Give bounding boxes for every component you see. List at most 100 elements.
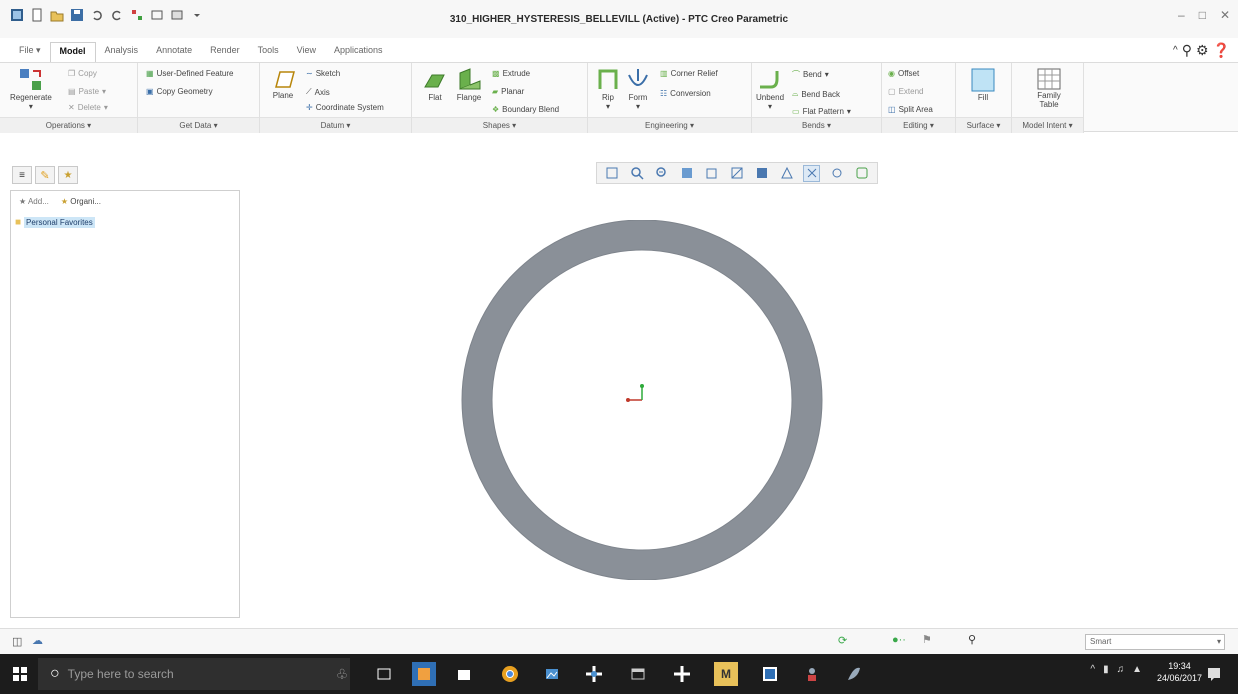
tab-view[interactable]: View xyxy=(288,42,325,62)
tab-tools[interactable]: Tools xyxy=(249,42,288,62)
tab-applications[interactable]: Applications xyxy=(325,42,392,62)
help-icon[interactable]: ❓ xyxy=(1213,42,1230,59)
close-icon[interactable]: ✕ xyxy=(1220,8,1230,22)
minimize-icon[interactable]: – xyxy=(1178,8,1185,22)
zoom-in-icon[interactable] xyxy=(629,165,646,182)
app-cross-icon[interactable] xyxy=(582,662,606,686)
chrome-icon[interactable] xyxy=(498,662,522,686)
axis-button[interactable]: ⟋ Axis xyxy=(306,87,330,97)
search-icon[interactable]: ⚲ xyxy=(1182,42,1192,59)
bend-button[interactable]: ⌒ Bend ▾ xyxy=(792,69,829,80)
display-style-icon[interactable] xyxy=(704,165,721,182)
saved-orientations-icon[interactable] xyxy=(728,165,745,182)
store-icon[interactable] xyxy=(452,662,476,686)
tab-model[interactable]: Model xyxy=(49,42,96,62)
app-leaf-icon[interactable] xyxy=(842,662,866,686)
maximize-icon[interactable]: □ xyxy=(1199,8,1206,22)
task-view-icon[interactable] xyxy=(372,662,396,686)
datum-display-icon[interactable] xyxy=(803,164,821,182)
clock[interactable]: 19:34 24/06/2017 xyxy=(1157,660,1202,684)
regen-status-icon[interactable]: ⟳ xyxy=(838,634,847,647)
repaint-icon[interactable] xyxy=(679,165,696,182)
refit-icon[interactable] xyxy=(604,165,621,182)
window-app-icon[interactable] xyxy=(626,662,650,686)
zoom-out-icon[interactable] xyxy=(654,165,671,182)
network-icon[interactable]: ▲ xyxy=(1132,664,1142,675)
creo-icon[interactable] xyxy=(758,662,782,686)
annotation-display-icon[interactable] xyxy=(853,165,870,182)
group-label-operations[interactable]: Operations ▾ xyxy=(0,117,137,133)
flange-button[interactable]: Flange xyxy=(456,67,482,102)
flat-button[interactable]: Flat xyxy=(422,67,448,102)
message-status-icon[interactable]: ●·· xyxy=(892,634,906,646)
flag-icon[interactable]: ⚑ xyxy=(922,633,932,646)
group-label-editing[interactable]: Editing ▾ xyxy=(882,117,955,133)
notifications-icon[interactable] xyxy=(1202,662,1226,686)
group-label-surface[interactable]: Surface ▾ xyxy=(956,117,1011,133)
show-browser-icon[interactable]: ☁ xyxy=(32,634,43,647)
plane-button[interactable]: Plane xyxy=(270,69,296,100)
group-label-datum[interactable]: Datum ▾ xyxy=(260,117,411,133)
group-label-get-data[interactable]: Get Data ▾ xyxy=(138,117,259,133)
folder-icon: ■ xyxy=(15,217,22,228)
conversion-button[interactable]: ☷ Conversion xyxy=(660,89,711,98)
tray-expand-icon[interactable]: ^ xyxy=(1090,664,1095,675)
copy-button[interactable]: ❐ Copy xyxy=(68,69,97,78)
corner-relief-button[interactable]: ▥ Corner Relief xyxy=(660,69,718,78)
add-favorite-button[interactable]: ★ Add... xyxy=(19,197,49,206)
app-figure-icon[interactable] xyxy=(800,662,824,686)
tab-render[interactable]: Render xyxy=(201,42,249,62)
battery-icon[interactable]: ▮ xyxy=(1103,664,1109,675)
app-blue-icon[interactable] xyxy=(412,662,436,686)
group-label-model-intent[interactable]: Model Intent ▾ xyxy=(1012,117,1083,133)
folder-browser-tab[interactable]: ✎ xyxy=(35,166,55,184)
flat-pattern-button[interactable]: ▭ Flat Pattern ▾ xyxy=(792,107,851,116)
view-manager-icon[interactable] xyxy=(753,165,770,182)
tab-annotate[interactable]: Annotate xyxy=(147,42,201,62)
bend-back-button[interactable]: ⌓ Bend Back xyxy=(792,89,840,99)
delete-button[interactable]: ✕ Delete ▾ xyxy=(68,103,108,112)
app-cross-2-icon[interactable] xyxy=(670,662,694,686)
rip-button[interactable]: Rip ▾ xyxy=(596,67,620,111)
copy-geometry-button[interactable]: ▣ Copy Geometry xyxy=(146,87,213,96)
fill-icon xyxy=(971,68,995,92)
taskbar-search[interactable]: ○ Type here to search xyxy=(38,658,350,690)
tab-analysis[interactable]: Analysis xyxy=(96,42,148,62)
family-table-button[interactable]: Family Table xyxy=(1034,67,1064,109)
coordinate-system-button[interactable]: ✛ Coordinate System xyxy=(306,103,384,112)
boundary-blend-button[interactable]: ❖ Boundary Blend xyxy=(492,105,559,114)
offset-button[interactable]: ◉ Offset xyxy=(888,69,919,78)
list-item[interactable]: ■ Personal Favorites xyxy=(15,217,95,228)
form-button[interactable]: Form ▾ xyxy=(626,67,650,111)
image-viewer-icon[interactable] xyxy=(540,662,564,686)
selection-filter-dropdown[interactable]: Smart ▾ xyxy=(1085,634,1225,650)
model-view[interactable] xyxy=(460,220,824,580)
extend-button[interactable]: ▢ Extend xyxy=(888,87,923,96)
paste-button[interactable]: ▤ Paste ▾ xyxy=(68,87,106,96)
tab-file[interactable]: File ▾ xyxy=(10,42,50,62)
group-label-engineering[interactable]: Engineering ▾ xyxy=(588,117,751,133)
collapse-ribbon-icon[interactable]: ^ xyxy=(1173,45,1178,56)
find-icon[interactable]: ⚲ xyxy=(968,633,976,646)
sketch-button[interactable]: ∼ Sketch xyxy=(306,69,340,78)
mathcad-icon[interactable]: M xyxy=(714,662,738,686)
regenerate-button[interactable]: Regenerate ▾ xyxy=(10,67,52,111)
perspective-icon[interactable] xyxy=(778,165,795,182)
unbend-button[interactable]: Unbend ▾ xyxy=(756,67,784,111)
split-area-button[interactable]: ◫ Split Area xyxy=(888,105,933,114)
fill-button[interactable]: Fill xyxy=(970,67,996,102)
microphone-icon[interactable]: ♧ xyxy=(330,662,354,686)
group-label-shapes[interactable]: Shapes ▾ xyxy=(412,117,587,133)
favorites-tab[interactable]: ★ xyxy=(58,166,78,184)
spin-center-icon[interactable] xyxy=(828,165,845,182)
organize-favorites-button[interactable]: ★ Organi... xyxy=(61,197,101,206)
extrude-button[interactable]: ▩ Extrude xyxy=(492,69,530,78)
model-tree-tab[interactable]: ≡ xyxy=(12,166,32,184)
group-label-bends[interactable]: Bends ▾ xyxy=(752,117,881,133)
settings-icon[interactable]: ⚙ xyxy=(1196,42,1209,59)
volume-icon[interactable]: ♫ xyxy=(1117,664,1125,675)
windows-start-icon[interactable] xyxy=(8,662,32,686)
show-navigator-icon[interactable]: ◫ xyxy=(12,635,22,648)
planar-button[interactable]: ▰ Planar xyxy=(492,87,524,96)
udf-button[interactable]: ▦ User-Defined Feature xyxy=(146,69,233,78)
